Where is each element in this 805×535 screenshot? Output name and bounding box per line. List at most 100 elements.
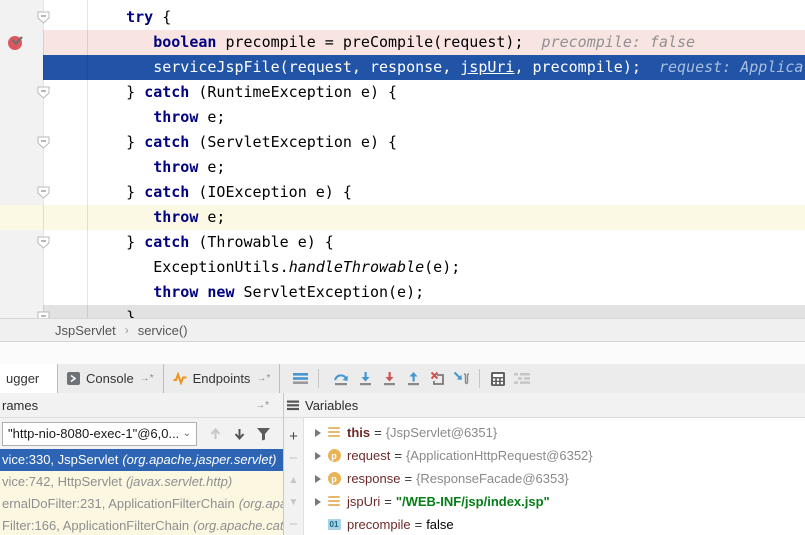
tab-console-label: Console xyxy=(86,371,134,386)
fold-marker-icon[interactable] xyxy=(37,11,50,24)
tab-console[interactable]: Console →* xyxy=(58,364,164,393)
previous-frame-icon[interactable] xyxy=(203,427,227,441)
code-line[interactable]: throw new ServletException(e); xyxy=(0,280,805,305)
code-line[interactable]: } catch (Throwable e) { xyxy=(0,230,805,255)
equals-sign: = xyxy=(415,517,423,532)
step-over-icon[interactable] xyxy=(329,364,353,393)
parameter-type-icon: p xyxy=(327,450,341,462)
code-line[interactable]: } catch (RuntimeException e) { xyxy=(0,80,805,105)
variables-toolbar: + − ▲ ▼ − xyxy=(284,418,304,535)
expand-chevron-icon[interactable] xyxy=(309,452,327,460)
code-token: } xyxy=(90,233,144,251)
code-line[interactable]: throw e; xyxy=(0,205,805,230)
step-into-icon[interactable] xyxy=(353,364,377,393)
stack-frame-row[interactable]: ernalDoFilter:231, ApplicationFilterChai… xyxy=(0,493,283,515)
tab-debugger[interactable]: ugger xyxy=(0,364,58,393)
breadcrumb-separator-icon: › xyxy=(125,323,129,337)
evaluate-expression-icon[interactable] xyxy=(486,364,510,393)
variable-value: {JspServlet@6351} xyxy=(386,425,498,440)
code-line[interactable]: } catch (IOException e) { xyxy=(0,180,805,205)
code-line[interactable]: throw e; xyxy=(0,105,805,130)
frame-location: vice:742, HttpServlet xyxy=(2,474,122,489)
stack-frame-row[interactable]: Filter:166, ApplicationFilterChain(org.a… xyxy=(0,514,283,535)
frame-location: vice:330, JspServlet xyxy=(2,452,118,467)
force-step-into-icon[interactable] xyxy=(377,364,401,393)
next-frame-icon[interactable] xyxy=(227,427,251,441)
hamburger-icon[interactable] xyxy=(288,364,312,393)
fold-marker-icon[interactable] xyxy=(37,86,50,99)
inline-debug-hint: request: ApplicationHttpRe xyxy=(641,58,805,76)
code-token: catch xyxy=(144,83,189,101)
stack-frame-row[interactable]: vice:330, JspServlet(org.apache.jasper.s… xyxy=(0,449,283,471)
add-watch-icon[interactable]: + xyxy=(284,426,303,448)
code-line[interactable]: } xyxy=(0,305,805,318)
code-token xyxy=(90,108,153,126)
breadcrumb: JspServlet › service() xyxy=(0,318,805,342)
remove-watch-icon[interactable]: − xyxy=(284,448,303,470)
run-to-cursor-icon[interactable] xyxy=(449,364,473,393)
code-token: (Throwable e) { xyxy=(189,233,334,251)
expand-chevron-icon[interactable] xyxy=(309,475,327,483)
move-down-icon[interactable]: ▼ xyxy=(284,491,303,513)
frames-header: rames →* xyxy=(0,393,283,418)
breadcrumb-method[interactable]: service() xyxy=(138,323,188,338)
code-token: throw new xyxy=(153,283,234,301)
variable-row[interactable]: this={JspServlet@6351} xyxy=(304,421,805,444)
breakpoint-icon[interactable] xyxy=(8,34,24,50)
move-up-icon[interactable]: ▲ xyxy=(284,470,303,492)
frames-pin-icon[interactable]: →* xyxy=(255,400,269,411)
variable-name: this xyxy=(347,425,370,440)
variable-name: precompile xyxy=(347,517,411,532)
thread-selector[interactable]: "http-nio-8080-exec-1"@6,0... ⌄ xyxy=(2,422,197,446)
code-line[interactable]: boolean precompile = preCompile(request)… xyxy=(0,30,805,55)
code-token: boolean xyxy=(153,33,216,51)
code-line[interactable]: throw e; xyxy=(0,155,805,180)
extra-tool-icon[interactable]: − xyxy=(284,513,303,535)
code-token: ExceptionUtils. xyxy=(90,258,289,276)
code-token: serviceJspFile(request, response, xyxy=(90,58,460,76)
breadcrumb-class[interactable]: JspServlet xyxy=(55,323,116,338)
variable-row[interactable]: jspUri="/WEB-INF/jsp/index.jsp" xyxy=(304,490,805,513)
expand-chevron-icon[interactable] xyxy=(309,498,327,506)
debug-window-spacer xyxy=(0,342,805,364)
variable-type-icon xyxy=(327,427,341,439)
step-out-icon[interactable] xyxy=(401,364,425,393)
code-token: , precompile); xyxy=(514,58,640,76)
code-token xyxy=(90,208,153,226)
variable-row[interactable]: presponse={ResponseFacade@6353} xyxy=(304,467,805,490)
variable-name: request xyxy=(347,448,390,463)
code-token: } xyxy=(90,83,144,101)
code-token: { xyxy=(153,8,171,26)
code-line[interactable]: ExceptionUtils.handleThrowable(e); xyxy=(0,255,805,280)
expand-chevron-icon[interactable] xyxy=(309,429,327,437)
code-line[interactable]: serviceJspFile(request, response, jspUri… xyxy=(0,55,805,80)
code-token: e; xyxy=(198,208,225,226)
variable-type-icon xyxy=(327,496,341,508)
code-line[interactable]: try { xyxy=(0,5,805,30)
fold-marker-icon[interactable] xyxy=(37,311,50,318)
frames-title: rames xyxy=(2,398,38,413)
code-editor[interactable]: try { boolean precompile = preCompile(re… xyxy=(0,0,805,318)
variables-title: Variables xyxy=(305,398,358,413)
code-line[interactable]: } catch (ServletException e) { xyxy=(0,130,805,155)
stack-frame-row[interactable]: vice:742, HttpServlet(javax.servlet.http… xyxy=(0,471,283,493)
gutter-divider-2 xyxy=(87,0,88,318)
tab-endpoints-label: Endpoints xyxy=(193,371,251,386)
fold-marker-icon[interactable] xyxy=(37,236,50,249)
variables-menu-icon[interactable] xyxy=(287,400,299,411)
tab-debugger-label: ugger xyxy=(6,371,39,386)
fold-marker-icon[interactable] xyxy=(37,186,50,199)
variable-row[interactable]: prequest={ApplicationHttpRequest@6352} xyxy=(304,444,805,467)
code-token: } xyxy=(90,133,144,151)
drop-frame-icon[interactable] xyxy=(425,364,449,393)
gutter-divider xyxy=(43,0,44,318)
code-token: try xyxy=(126,8,153,26)
filter-funnel-icon[interactable] xyxy=(251,427,275,441)
variable-row[interactable]: 01precompile=false xyxy=(304,513,805,535)
endpoints-icon xyxy=(173,372,187,385)
layout-settings-icon[interactable] xyxy=(510,364,534,393)
tab-endpoints[interactable]: Endpoints →* xyxy=(164,364,281,393)
fold-marker-icon[interactable] xyxy=(37,136,50,149)
frames-panel: rames →* "http-nio-8080-exec-1"@6,0... ⌄ xyxy=(0,393,284,535)
tab-console-pin-icon: →* xyxy=(140,373,154,384)
